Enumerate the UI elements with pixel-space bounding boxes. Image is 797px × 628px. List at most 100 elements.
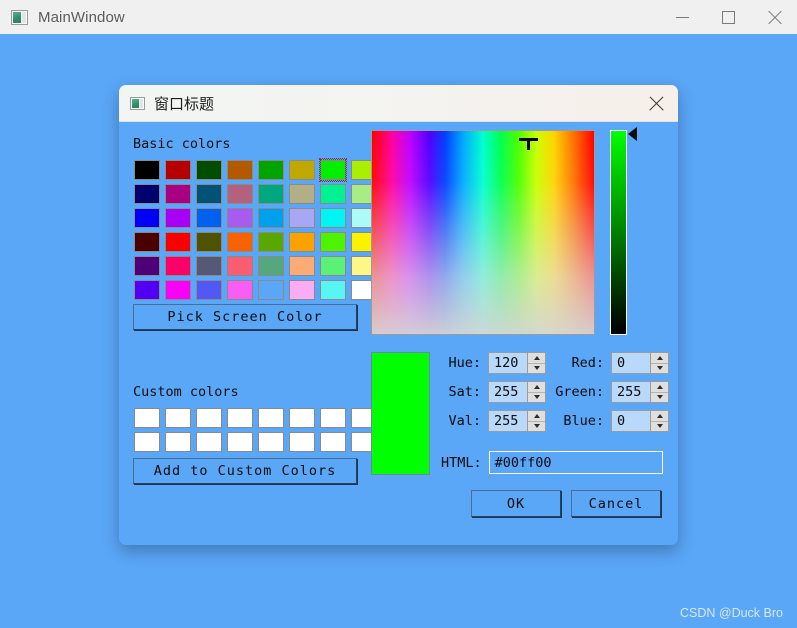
custom-color-cell-1-0[interactable] — [133, 430, 161, 454]
custom-color-cell-1-3[interactable] — [226, 430, 254, 454]
green-spinbox-arrows[interactable] — [650, 382, 668, 402]
custom-color-cell-1-6[interactable] — [319, 430, 347, 454]
red-spinbox-arrows[interactable] — [650, 353, 668, 373]
basic-color-cell-1-6[interactable] — [319, 182, 347, 206]
blue-increment-icon[interactable] — [651, 411, 668, 422]
hue-spinbox[interactable]: 120 — [488, 352, 546, 374]
custom-color-cell-0-3[interactable] — [226, 406, 254, 430]
basic-color-cell-5-1[interactable] — [164, 278, 192, 302]
basic-color-cell-1-5[interactable] — [288, 182, 316, 206]
green-decrement-icon[interactable] — [651, 393, 668, 403]
custom-color-cell-1-2[interactable] — [195, 430, 223, 454]
sat-spinbox-arrows[interactable] — [527, 382, 545, 402]
custom-color-swatch — [196, 432, 222, 452]
basic-color-cell-3-4[interactable] — [257, 230, 285, 254]
custom-colors-grid[interactable] — [133, 406, 378, 454]
basic-color-cell-5-3[interactable] — [226, 278, 254, 302]
basic-color-cell-4-5[interactable] — [288, 254, 316, 278]
basic-color-cell-4-6[interactable] — [319, 254, 347, 278]
basic-color-cell-4-0[interactable] — [133, 254, 161, 278]
value-slider-handle-icon[interactable] — [628, 127, 637, 141]
green-increment-icon[interactable] — [651, 382, 668, 393]
saturation-value-picker[interactable] — [371, 130, 595, 335]
custom-color-cell-0-2[interactable] — [195, 406, 223, 430]
basic-color-cell-2-3[interactable] — [226, 206, 254, 230]
custom-color-cell-0-0[interactable] — [133, 406, 161, 430]
custom-color-cell-0-4[interactable] — [257, 406, 285, 430]
basic-color-swatch — [227, 184, 253, 204]
sat-label: Sat: — [448, 384, 481, 400]
value-slider[interactable] — [610, 130, 627, 335]
basic-color-cell-2-1[interactable] — [164, 206, 192, 230]
custom-color-cell-1-5[interactable] — [288, 430, 316, 454]
basic-color-cell-0-3[interactable] — [226, 158, 254, 182]
basic-color-cell-1-1[interactable] — [164, 182, 192, 206]
basic-color-cell-1-3[interactable] — [226, 182, 254, 206]
custom-color-cell-1-1[interactable] — [164, 430, 192, 454]
basic-color-cell-1-2[interactable] — [195, 182, 223, 206]
custom-color-cell-0-5[interactable] — [288, 406, 316, 430]
html-input[interactable]: #00ff00 — [488, 451, 663, 474]
basic-color-cell-4-3[interactable] — [226, 254, 254, 278]
basic-color-cell-2-6[interactable] — [319, 206, 347, 230]
hue-spinbox-arrows[interactable] — [527, 353, 545, 373]
red-increment-icon[interactable] — [651, 353, 668, 364]
basic-colors-grid[interactable] — [133, 158, 378, 302]
basic-color-cell-2-0[interactable] — [133, 206, 161, 230]
blue-decrement-icon[interactable] — [651, 422, 668, 432]
basic-color-cell-3-6[interactable] — [319, 230, 347, 254]
minimize-button[interactable] — [659, 0, 705, 34]
basic-color-cell-3-3[interactable] — [226, 230, 254, 254]
basic-color-cell-5-4[interactable] — [257, 278, 285, 302]
custom-color-cell-0-1[interactable] — [164, 406, 192, 430]
basic-color-cell-0-1[interactable] — [164, 158, 192, 182]
basic-color-cell-0-5[interactable] — [288, 158, 316, 182]
basic-color-cell-2-2[interactable] — [195, 206, 223, 230]
ok-button[interactable]: OK — [471, 490, 561, 517]
red-decrement-icon[interactable] — [651, 364, 668, 374]
basic-color-cell-5-0[interactable] — [133, 278, 161, 302]
custom-color-swatch — [289, 432, 315, 452]
basic-color-cell-4-2[interactable] — [195, 254, 223, 278]
basic-color-cell-0-6[interactable] — [319, 158, 347, 182]
basic-color-cell-0-0[interactable] — [133, 158, 161, 182]
sat-increment-icon[interactable] — [528, 382, 545, 393]
red-spinbox[interactable]: 0 — [611, 352, 669, 374]
blue-spinbox-arrows[interactable] — [650, 411, 668, 431]
dialog-close-button[interactable] — [634, 85, 678, 122]
custom-color-cell-1-4[interactable] — [257, 430, 285, 454]
basic-color-cell-0-2[interactable] — [195, 158, 223, 182]
basic-color-cell-0-4[interactable] — [257, 158, 285, 182]
basic-color-cell-5-6[interactable] — [319, 278, 347, 302]
sat-decrement-icon[interactable] — [528, 393, 545, 403]
basic-color-cell-3-2[interactable] — [195, 230, 223, 254]
green-spinbox[interactable]: 255 — [611, 381, 669, 403]
basic-color-cell-3-0[interactable] — [133, 230, 161, 254]
val-decrement-icon[interactable] — [528, 422, 545, 432]
basic-color-cell-4-4[interactable] — [257, 254, 285, 278]
basic-color-cell-5-2[interactable] — [195, 278, 223, 302]
basic-color-cell-3-5[interactable] — [288, 230, 316, 254]
basic-color-cell-3-1[interactable] — [164, 230, 192, 254]
val-spinbox[interactable]: 255 — [488, 410, 546, 432]
basic-color-cell-1-4[interactable] — [257, 182, 285, 206]
hue-decrement-icon[interactable] — [528, 364, 545, 374]
custom-color-cell-0-6[interactable] — [319, 406, 347, 430]
cancel-button[interactable]: Cancel — [571, 490, 661, 517]
hue-increment-icon[interactable] — [528, 353, 545, 364]
val-increment-icon[interactable] — [528, 411, 545, 422]
pick-screen-color-button[interactable]: Pick Screen Color — [133, 304, 357, 330]
basic-color-cell-4-1[interactable] — [164, 254, 192, 278]
maximize-button[interactable] — [705, 0, 751, 34]
basic-color-cell-5-5[interactable] — [288, 278, 316, 302]
basic-color-swatch — [165, 280, 191, 300]
basic-color-cell-2-4[interactable] — [257, 206, 285, 230]
blue-spinbox[interactable]: 0 — [611, 410, 669, 432]
close-button[interactable] — [751, 0, 797, 34]
basic-color-cell-1-0[interactable] — [133, 182, 161, 206]
basic-color-cell-2-5[interactable] — [288, 206, 316, 230]
basic-color-swatch — [165, 184, 191, 204]
add-to-custom-colors-button[interactable]: Add to Custom Colors — [133, 458, 357, 484]
val-spinbox-arrows[interactable] — [527, 411, 545, 431]
sat-spinbox[interactable]: 255 — [488, 381, 546, 403]
